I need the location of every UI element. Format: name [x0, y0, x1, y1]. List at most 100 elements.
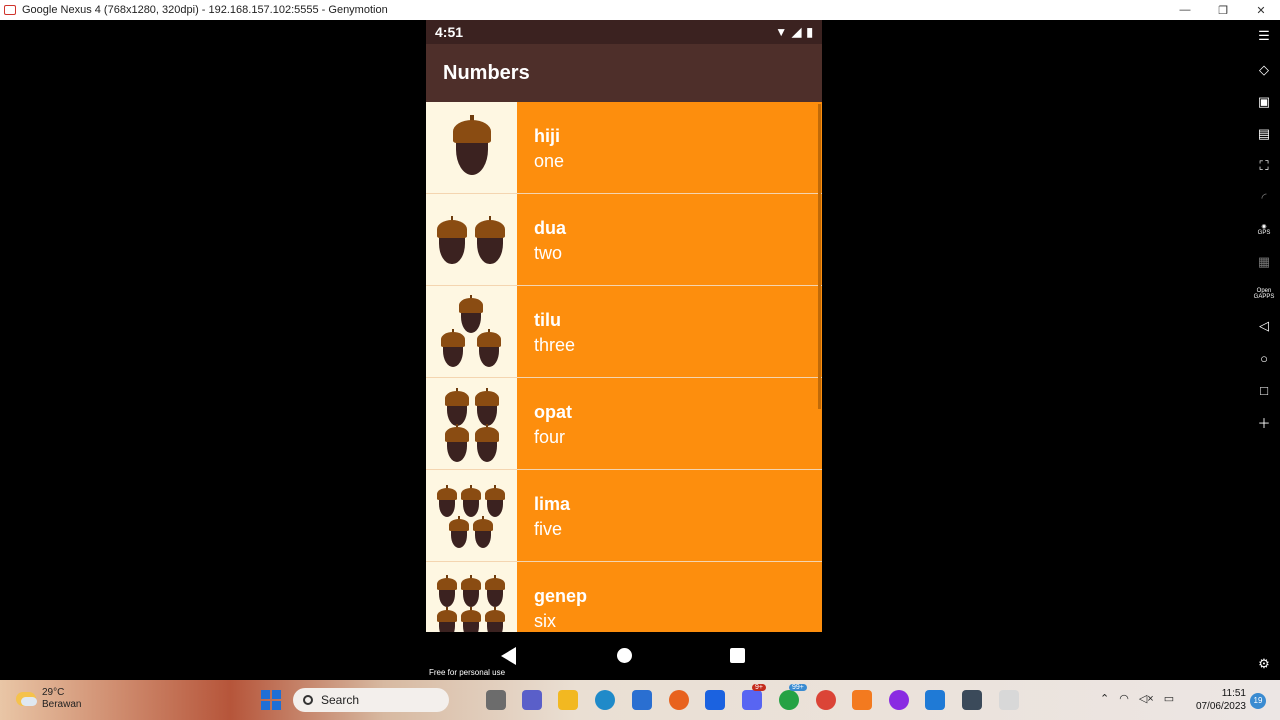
acorn-icon — [461, 485, 481, 517]
acorn-icon — [475, 387, 499, 426]
screen-capture-icon[interactable]: ▣ — [1254, 92, 1274, 112]
weather-widget[interactable]: 29°C Berawan — [16, 687, 81, 711]
genymotion-window-icon[interactable] — [999, 690, 1019, 710]
cellular-signal-icon: ◢ — [792, 25, 802, 39]
text-container: lima five — [517, 470, 822, 561]
acorn-icon — [441, 328, 465, 367]
acorn-icon — [437, 575, 457, 607]
nav-recent-icon[interactable] — [730, 648, 745, 663]
chrome-icon[interactable] — [816, 690, 836, 710]
acorn-icon — [475, 423, 499, 462]
temperature: 29°C — [42, 687, 65, 698]
settings-gear-icon[interactable]: ⚙ — [1254, 654, 1274, 674]
maximize-button[interactable]: ❐ — [1204, 0, 1242, 20]
acorn-image — [426, 562, 517, 632]
scrollbar[interactable] — [818, 104, 821, 409]
recent-apps-icon[interactable]: □ — [1254, 380, 1274, 400]
app-bar: Numbers — [426, 44, 822, 102]
miwok-translation: hiji — [534, 126, 560, 146]
acorn-icon — [461, 575, 481, 607]
list-item[interactable]: lima five — [426, 470, 822, 562]
miwok-translation: dua — [534, 218, 567, 238]
speaker-muted-icon[interactable]: ◁× — [1139, 692, 1154, 705]
minimize-button[interactable]: — — [1166, 0, 1204, 20]
back-icon[interactable]: ◁ — [1254, 316, 1274, 336]
list-item[interactable]: opat four — [426, 378, 822, 470]
search-label: Search — [321, 693, 360, 707]
acorn-image — [426, 102, 517, 193]
miwok-translation: lima — [534, 494, 571, 514]
discord-icon[interactable]: 9+ — [742, 684, 766, 710]
terminal-icon[interactable] — [962, 690, 982, 710]
text-container: tilu three — [517, 286, 822, 377]
dropbox-icon[interactable] — [705, 690, 725, 710]
status-bar: 4:51 ▼ ◢ ▮ — [426, 20, 822, 44]
list-item[interactable]: dua two — [426, 194, 822, 286]
numbers-list[interactable]: hiji one dua two tilu three opat four lima five ge… — [426, 102, 822, 632]
nav-home-icon[interactable] — [617, 648, 632, 663]
acorn-icon — [473, 516, 493, 548]
default-translation: six — [534, 611, 556, 631]
battery-tray-icon[interactable]: ▭ — [1164, 692, 1174, 705]
file-explorer-icon[interactable] — [558, 690, 578, 710]
default-translation: five — [534, 519, 563, 539]
acorn-image — [426, 194, 517, 285]
list-item[interactable]: hiji one — [426, 102, 822, 194]
miwok-translation: opat — [534, 402, 572, 422]
discord-badge: 9+ — [752, 684, 766, 691]
acorn-icon — [485, 575, 505, 607]
taskbar-search[interactable]: Search — [293, 688, 449, 712]
default-translation: one — [534, 151, 565, 171]
volume-up-icon[interactable]: ＋ — [1254, 412, 1274, 432]
cloud-sun-icon — [16, 692, 37, 706]
nav-back-icon[interactable] — [501, 647, 516, 665]
vscode-icon[interactable] — [925, 690, 945, 710]
window-title: Google Nexus 4 (768x1280, 320dpi) - 192.… — [22, 4, 388, 16]
system-tray: ⌃ ◠ ◁× ▭ — [1100, 692, 1174, 705]
wifi-tray-icon[interactable]: ◠ — [1119, 692, 1129, 705]
task-view-icon[interactable] — [486, 690, 506, 710]
xampp-icon[interactable] — [852, 690, 872, 710]
notification-count[interactable]: 19 — [1250, 693, 1266, 709]
genymotion-icon — [4, 5, 16, 15]
list-item[interactable]: genep six — [426, 562, 822, 632]
text-container: genep six — [517, 562, 822, 632]
acorn-icon — [437, 215, 467, 264]
acorn-image — [426, 286, 517, 377]
emulator-toolbar: ☰ ◇ ▣ ▤ ⛶ ◜ ◉ GPS ▦ Open GAPPS ◁ ○ □ ＋ ⚙ — [1248, 20, 1280, 680]
clock[interactable]: 11:51 07/06/2023 — [1192, 687, 1246, 713]
search-icon — [303, 695, 313, 705]
device-id-icon[interactable]: ▤ — [1254, 124, 1274, 144]
rotate-icon[interactable]: ◇ — [1254, 60, 1274, 80]
acorn-icon — [475, 215, 505, 264]
acorn-icon — [485, 485, 505, 517]
whatsapp-icon[interactable]: 99+ — [779, 684, 807, 710]
teams-chat-icon[interactable] — [522, 690, 542, 710]
edge-icon[interactable] — [595, 690, 615, 710]
default-translation: two — [534, 243, 563, 263]
clock-time: 11:51 — [1221, 688, 1246, 699]
close-button[interactable]: ✕ — [1242, 0, 1280, 20]
chevron-up-icon[interactable]: ⌃ — [1100, 692, 1109, 705]
acorn-image — [426, 378, 517, 469]
list-item[interactable]: tilu three — [426, 286, 822, 378]
default-translation: four — [534, 427, 566, 447]
battery-icon: ▮ — [806, 25, 813, 39]
acorn-image — [426, 470, 517, 561]
miwok-translation: tilu — [534, 310, 561, 330]
default-translation: three — [534, 335, 576, 355]
home-icon[interactable]: ○ — [1254, 348, 1274, 368]
pixel-perfect-icon[interactable]: ⛶ — [1254, 156, 1274, 176]
text-container: dua two — [517, 194, 822, 285]
firefox-icon[interactable] — [669, 690, 689, 710]
genymotion-taskbar-icon[interactable] — [889, 690, 909, 710]
gps-icon[interactable]: ◉ GPS — [1254, 220, 1274, 240]
microsoft-store-icon[interactable] — [632, 690, 652, 710]
open-gapps-icon[interactable]: Open GAPPS — [1254, 284, 1275, 304]
media-icon[interactable]: ▦ — [1254, 252, 1274, 272]
taskbar: 29°C Berawan Search 9+ 99+ ⌃ ◠ ◁× ▭ 11:5… — [0, 680, 1280, 720]
acorn-icon — [437, 607, 457, 632]
windows-start-icon[interactable] — [261, 690, 281, 710]
menu-icon[interactable]: ☰ — [1254, 26, 1274, 46]
cast-icon[interactable]: ◜ — [1254, 188, 1274, 208]
